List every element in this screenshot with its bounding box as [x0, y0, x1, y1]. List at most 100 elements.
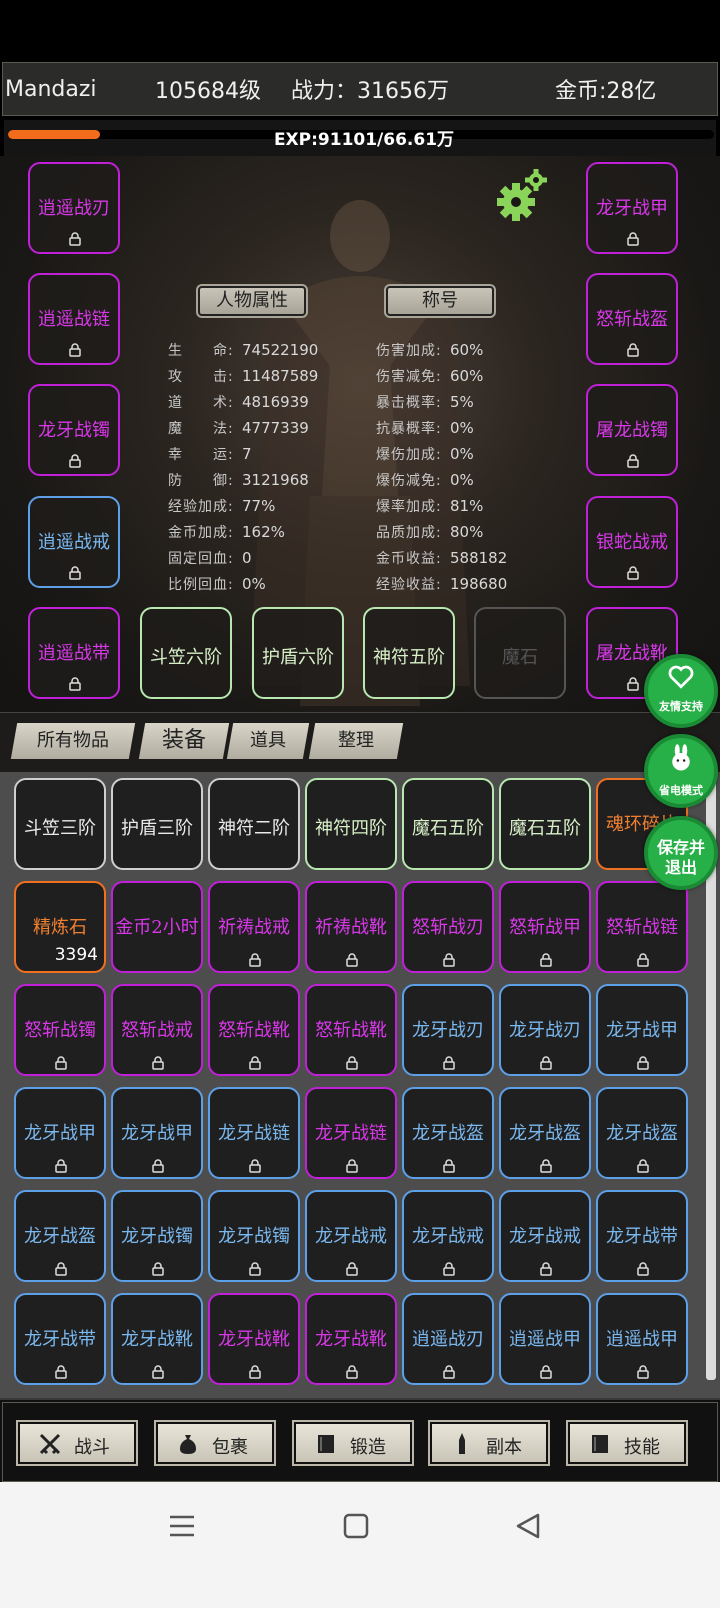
lock-icon — [152, 1365, 164, 1379]
inventory-item[interactable]: 魔石五阶 — [499, 778, 591, 870]
nav-forge-button[interactable]: 锻造 — [292, 1420, 414, 1466]
equip-slot-bottom[interactable]: 神符五阶 — [363, 607, 455, 699]
inventory-item[interactable]: 龙牙战带 — [596, 1190, 688, 1282]
nav-skills-button[interactable]: 技能 — [566, 1420, 688, 1466]
equip-slot-bottom[interactable]: 护盾六阶 — [252, 607, 344, 699]
stat-key: 防 御: — [168, 473, 234, 489]
menu-icon[interactable] — [168, 1512, 196, 1540]
stat-row: 抗暴概率: 0% — [376, 418, 474, 444]
inventory-item[interactable]: 怒斩战靴 — [305, 984, 397, 1076]
inventory-item[interactable]: 祈祷战靴 — [305, 881, 397, 973]
power-save-label: 省电模式 — [659, 784, 703, 797]
inventory-item-label: 龙牙战靴 — [218, 1329, 290, 1350]
tab-character-attributes[interactable]: 人物属性 — [196, 284, 308, 318]
bag-tabs: 所有物品 装备 道具 整理 — [0, 712, 720, 772]
stat-key: 幸 运: — [168, 447, 234, 463]
inventory-item[interactable]: 精炼石 3394 — [14, 881, 106, 973]
inventory-item[interactable]: 怒斩战链 — [596, 881, 688, 973]
inventory-item-label: 怒斩战镯 — [24, 1020, 96, 1041]
inventory-item-count: 3394 — [54, 945, 98, 965]
lock-icon — [540, 953, 552, 967]
stat-row: 品质加成: 80% — [376, 522, 483, 548]
inventory-item[interactable]: 斗笠三阶 — [14, 778, 106, 870]
stat-row: 暴击概率: 5% — [376, 392, 474, 418]
equip-slot-left[interactable]: 逍遥战带 — [28, 607, 120, 699]
settings-gear-icon[interactable] — [494, 168, 550, 224]
inventory-item[interactable]: 龙牙战甲 — [14, 1087, 106, 1179]
inventory-item[interactable]: 怒斩战戒 — [111, 984, 203, 1076]
inventory-item[interactable]: 龙牙战靴 — [305, 1293, 397, 1385]
character-panel: 人物属性 称号 逍遥战刃逍遥战链龙牙战镯逍遥战戒逍遥战带 龙牙战甲怒斩战盔屠龙战镯… — [0, 156, 720, 730]
equip-slot-right[interactable]: 屠龙战镯 — [586, 384, 678, 476]
tab-title[interactable]: 称号 — [384, 284, 496, 318]
inventory-item[interactable]: 龙牙战镯 — [111, 1190, 203, 1282]
equip-slot-left-label: 逍遥战链 — [38, 309, 110, 330]
inventory-item[interactable]: 逍遥战甲 — [499, 1293, 591, 1385]
inventory-item[interactable]: 神符四阶 — [305, 778, 397, 870]
equip-slot-right[interactable]: 银蛇战戒 — [586, 496, 678, 588]
lock-icon — [152, 1262, 164, 1276]
home-icon[interactable] — [342, 1512, 370, 1540]
inventory-item[interactable]: 龙牙战靴 — [208, 1293, 300, 1385]
inventory-item[interactable]: 逍遥战刃 — [402, 1293, 494, 1385]
tab-props[interactable]: 道具 — [226, 723, 310, 759]
stat-value: 4816939 — [242, 393, 309, 411]
equip-slot-bottom-label: 护盾六阶 — [262, 647, 334, 668]
inventory-item[interactable]: 龙牙战靴 — [111, 1293, 203, 1385]
inventory-item[interactable]: 龙牙战戒 — [499, 1190, 591, 1282]
save-exit-button[interactable]: 保存并 退出 — [644, 816, 718, 890]
inventory-item[interactable]: 金币2小时 — [111, 881, 203, 973]
tab-sort[interactable]: 整理 — [308, 723, 404, 759]
inventory-item[interactable]: 魔石五阶 — [402, 778, 494, 870]
inventory-item[interactable]: 祈祷战戒 — [208, 881, 300, 973]
back-icon[interactable] — [514, 1512, 542, 1540]
inventory-item[interactable]: 龙牙战镯 — [208, 1190, 300, 1282]
equip-slot-bottom[interactable]: 魔石 — [474, 607, 566, 699]
inventory-item[interactable]: 怒斩战靴 — [208, 984, 300, 1076]
inventory-item[interactable]: 龙牙战盔 — [402, 1087, 494, 1179]
stat-value: 60% — [450, 367, 484, 385]
inventory-item[interactable]: 龙牙战链 — [208, 1087, 300, 1179]
inventory-item[interactable]: 怒斩战刃 — [402, 881, 494, 973]
stat-value: 0 — [242, 549, 252, 567]
inventory-item[interactable]: 怒斩战甲 — [499, 881, 591, 973]
tower-icon — [459, 1433, 465, 1454]
inventory-item[interactable]: 龙牙战带 — [14, 1293, 106, 1385]
equip-slot-left[interactable]: 逍遥战刃 — [28, 162, 120, 254]
equip-slot-left[interactable]: 逍遥战链 — [28, 273, 120, 365]
book-icon — [318, 1435, 334, 1453]
stat-row: 道 术: 4816939 — [168, 392, 309, 418]
inventory-item[interactable]: 龙牙战盔 — [14, 1190, 106, 1282]
equip-slot-bottom[interactable]: 斗笠六阶 — [140, 607, 232, 699]
inventory-item[interactable]: 龙牙战刃 — [402, 984, 494, 1076]
equip-slot-right[interactable]: 龙牙战甲 — [586, 162, 678, 254]
inventory-item[interactable]: 龙牙战盔 — [596, 1087, 688, 1179]
inventory-item[interactable]: 龙牙战戒 — [305, 1190, 397, 1282]
nav-dungeon-button[interactable]: 副本 — [428, 1420, 550, 1466]
nav-bag-button[interactable]: 包裹 — [154, 1420, 276, 1466]
inventory-item[interactable]: 怒斩战镯 — [14, 984, 106, 1076]
equip-slot-right[interactable]: 怒斩战盔 — [586, 273, 678, 365]
stat-row: 爆伤减免: 0% — [376, 470, 474, 496]
inventory-item[interactable]: 龙牙战甲 — [111, 1087, 203, 1179]
inventory-item[interactable]: 逍遥战甲 — [596, 1293, 688, 1385]
inventory-item[interactable]: 龙牙战戒 — [402, 1190, 494, 1282]
inventory-item-label: 怒斩战链 — [606, 917, 678, 938]
inventory-item-label: 怒斩战戒 — [121, 1020, 193, 1041]
power-save-button[interactable]: 省电模式 — [644, 734, 718, 808]
equip-slot-left[interactable]: 龙牙战镯 — [28, 384, 120, 476]
stat-key: 攻 击: — [168, 369, 234, 385]
inventory-item[interactable]: 神符二阶 — [208, 778, 300, 870]
inventory-item[interactable]: 龙牙战甲 — [596, 984, 688, 1076]
support-button[interactable]: 友情支持 — [644, 654, 718, 728]
inventory-item[interactable]: 龙牙战盔 — [499, 1087, 591, 1179]
inventory-item[interactable]: 龙牙战刃 — [499, 984, 591, 1076]
tab-equipment[interactable]: 装备 — [138, 723, 230, 759]
inventory-item[interactable]: 护盾三阶 — [111, 778, 203, 870]
tab-all-items[interactable]: 所有物品 — [10, 723, 136, 759]
lock-icon — [249, 1262, 261, 1276]
inventory-item-label: 怒斩战刃 — [412, 917, 484, 938]
inventory-item[interactable]: 龙牙战链 — [305, 1087, 397, 1179]
nav-battle-button[interactable]: 战斗 — [16, 1420, 138, 1466]
equip-slot-left[interactable]: 逍遥战戒 — [28, 496, 120, 588]
